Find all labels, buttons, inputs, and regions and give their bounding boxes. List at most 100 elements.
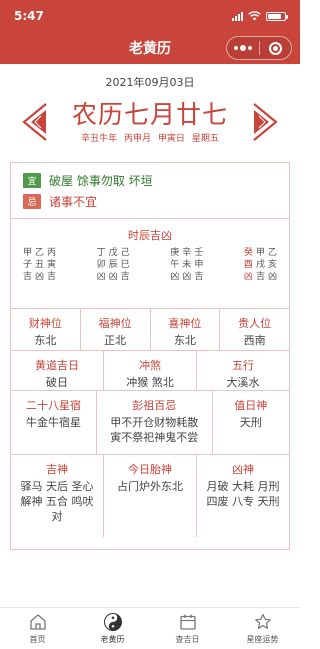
next-day-arrow-icon[interactable] bbox=[252, 102, 280, 142]
shichen-group: 丁卯凶 戊辰凶 己巳吉 bbox=[97, 247, 130, 283]
wuxing-title: 五行 bbox=[232, 359, 254, 372]
huangdao-title: 黄道吉日 bbox=[35, 359, 79, 372]
tab-lucky-day-label: 查吉日 bbox=[175, 635, 200, 644]
shichen-group: 甲子吉 乙丑凶 丙寅吉 bbox=[23, 247, 56, 283]
ji-tag: 忌 bbox=[23, 194, 41, 209]
signal-icon bbox=[232, 11, 243, 21]
chongsha-title: 冲煞 bbox=[139, 359, 161, 372]
taishen-title: 今日胎神 bbox=[128, 463, 172, 476]
xiongshen-title: 凶神 bbox=[232, 463, 254, 476]
shichen-group: 庚午凶 辛未凶 壬申吉 bbox=[170, 247, 203, 283]
jishen-title: 吉神 bbox=[46, 463, 68, 476]
shichen-section: 时辰吉凶 甲子吉 乙丑凶 丙寅吉 丁卯凶 戊辰凶 己巳吉 庚午凶 辛未凶 壬申吉… bbox=[11, 219, 289, 309]
info-row-3: 二十八星宿 牛金牛宿星 彭祖百忌 甲不开仓财物耗散 寅不祭祀神鬼不尝 值日神 天… bbox=[11, 391, 289, 455]
pengzu-cell: 彭祖百忌 甲不开仓财物耗散 寅不祭祀神鬼不尝 bbox=[97, 391, 213, 454]
cai-shen-title: 财神位 bbox=[28, 317, 62, 330]
almanac-card: 宜 破屋 馀事勿取 坏垣 忌 诸事不宜 时辰吉凶 甲子吉 乙丑凶 丙寅吉 丁卯凶… bbox=[10, 162, 290, 550]
status-bar: 5:47 bbox=[0, 0, 300, 32]
pengzu-line-1: 甲不开仓财物耗散 bbox=[110, 416, 199, 429]
gui-ren-title: 贵人位 bbox=[238, 317, 272, 330]
wuxing-value: 大溪水 bbox=[226, 376, 260, 389]
zhishen-cell: 值日神 天刑 bbox=[213, 391, 289, 454]
star-icon bbox=[254, 613, 271, 629]
shichen-item: 乙丑凶 bbox=[35, 248, 45, 282]
xi-shen-cell: 喜神位 东北 bbox=[151, 309, 221, 350]
wifi-icon bbox=[248, 11, 261, 21]
yin-yang-icon bbox=[103, 613, 122, 631]
xi-shen-title: 喜神位 bbox=[168, 317, 202, 330]
page-title: 老黄历 bbox=[129, 41, 171, 57]
pengzu-title: 彭祖百忌 bbox=[132, 399, 177, 412]
taishen-cell: 今日胎神 占门炉外东北 bbox=[104, 455, 197, 537]
xingxiu-value: 牛金牛宿星 bbox=[25, 416, 81, 429]
ganzhi-year: 辛丑牛年 bbox=[81, 134, 118, 144]
battery-icon bbox=[266, 11, 288, 21]
directions-row: 财神位 东北 福神位 正北 喜神位 东北 贵人位 西南 bbox=[11, 309, 289, 351]
tab-almanac[interactable]: 老黄历 bbox=[75, 608, 150, 649]
huangdao-cell: 黄道吉日 破日 bbox=[11, 351, 104, 390]
more-button[interactable] bbox=[227, 37, 259, 59]
taishen-value: 占门炉外东北 bbox=[117, 480, 183, 493]
jishen-line-3: 对 bbox=[51, 510, 63, 523]
xingxiu-cell: 二十八星宿 牛金牛宿星 bbox=[11, 391, 97, 454]
xingxiu-title: 二十八星宿 bbox=[25, 399, 81, 412]
more-dots-icon bbox=[233, 45, 252, 51]
prev-day-arrow-icon[interactable] bbox=[20, 102, 48, 142]
ji-row: 忌 诸事不宜 bbox=[23, 192, 277, 211]
jishen-line-2: 解神 五合 鸣吠 bbox=[20, 495, 94, 508]
shichen-title: 时辰吉凶 bbox=[128, 229, 172, 242]
fu-shen-value: 正北 bbox=[104, 334, 127, 347]
home-icon bbox=[29, 614, 46, 630]
shichen-item: 壬申吉 bbox=[194, 248, 204, 282]
gregorian-date: 2021年09月03日 bbox=[105, 76, 195, 89]
chongsha-value: 冲猴 煞北 bbox=[126, 376, 174, 389]
lunar-date: 农历七月廿七 辛丑牛年 丙申月 甲寅日 星期五 bbox=[72, 100, 228, 144]
shichen-item: 丁卯凶 bbox=[96, 248, 106, 282]
info-row-4: 吉神 驿马 天后 圣心 解神 五合 鸣吠 对 今日胎神 占门炉外东北 凶神 月破… bbox=[11, 455, 289, 537]
cai-shen-cell: 财神位 东北 bbox=[11, 309, 81, 350]
lunar-header: 农历七月廿七 辛丑牛年 丙申月 甲寅日 星期五 bbox=[0, 92, 300, 152]
title-bar: 老黄历 bbox=[0, 32, 300, 64]
lunar-main-date: 农历七月廿七 bbox=[71, 100, 228, 129]
yi-tag: 宜 bbox=[23, 173, 41, 188]
fu-shen-cell: 福神位 正北 bbox=[81, 309, 151, 350]
status-time: 5:47 bbox=[14, 9, 44, 23]
mini-program-capsule bbox=[226, 36, 292, 60]
ganzhi-line: 辛丑牛年 丙申月 甲寅日 星期五 bbox=[72, 131, 228, 144]
zhishen-title: 值日神 bbox=[234, 399, 268, 412]
zhishen-value: 天刑 bbox=[239, 416, 262, 429]
tab-horoscope-label: 星座运势 bbox=[246, 635, 279, 644]
chongsha-cell: 冲煞 冲猴 煞北 bbox=[104, 351, 197, 390]
weekday: 星期五 bbox=[191, 134, 219, 144]
yiji-section: 宜 破屋 馀事勿取 坏垣 忌 诸事不宜 bbox=[11, 163, 289, 219]
tab-bar: 首页 老黄历 查吉日 星座运势 bbox=[0, 607, 300, 649]
close-circle-icon bbox=[268, 41, 282, 55]
tab-lucky-day[interactable]: 查吉日 bbox=[150, 608, 225, 649]
status-icons bbox=[232, 11, 288, 21]
shichen-item: 己巳吉 bbox=[120, 248, 130, 282]
xi-shen-value: 东北 bbox=[173, 334, 196, 347]
shichen-item: 庚午凶 bbox=[170, 248, 180, 282]
ji-text: 诸事不宜 bbox=[49, 195, 98, 209]
shichen-item: 甲子吉 bbox=[23, 248, 33, 282]
jishen-cell: 吉神 驿马 天后 圣心 解神 五合 鸣吠 对 bbox=[11, 455, 104, 537]
shichen-item-current: 癸酉凶 bbox=[243, 248, 253, 282]
xiongshen-line-2: 四废 八专 天刑 bbox=[206, 495, 280, 508]
shichen-item: 丙寅吉 bbox=[47, 248, 57, 282]
shichen-grid: 甲子吉 乙丑凶 丙寅吉 丁卯凶 戊辰凶 己巳吉 庚午凶 辛未凶 壬申吉 癸酉凶 … bbox=[11, 247, 289, 283]
close-button[interactable] bbox=[260, 37, 292, 59]
info-row-2: 黄道吉日 破日 冲煞 冲猴 煞北 五行 大溪水 bbox=[11, 351, 289, 391]
gui-ren-cell: 贵人位 西南 bbox=[220, 309, 289, 350]
fu-shen-title: 福神位 bbox=[98, 317, 132, 330]
tab-home[interactable]: 首页 bbox=[0, 608, 75, 649]
tab-horoscope[interactable]: 星座运势 bbox=[225, 608, 300, 649]
shichen-item: 乙亥凶 bbox=[267, 248, 277, 282]
tab-home-label: 首页 bbox=[29, 635, 46, 644]
shichen-item: 辛未凶 bbox=[182, 248, 192, 282]
xiongshen-cell: 凶神 月破 大耗 月刑 四废 八专 天刑 bbox=[197, 455, 289, 537]
huangdao-value: 破日 bbox=[46, 376, 68, 389]
ganzhi-month: 丙申月 bbox=[124, 134, 152, 144]
yi-row: 宜 破屋 馀事勿取 坏垣 bbox=[23, 171, 277, 190]
shichen-item: 戊辰凶 bbox=[108, 248, 118, 282]
gui-ren-value: 西南 bbox=[243, 334, 266, 347]
